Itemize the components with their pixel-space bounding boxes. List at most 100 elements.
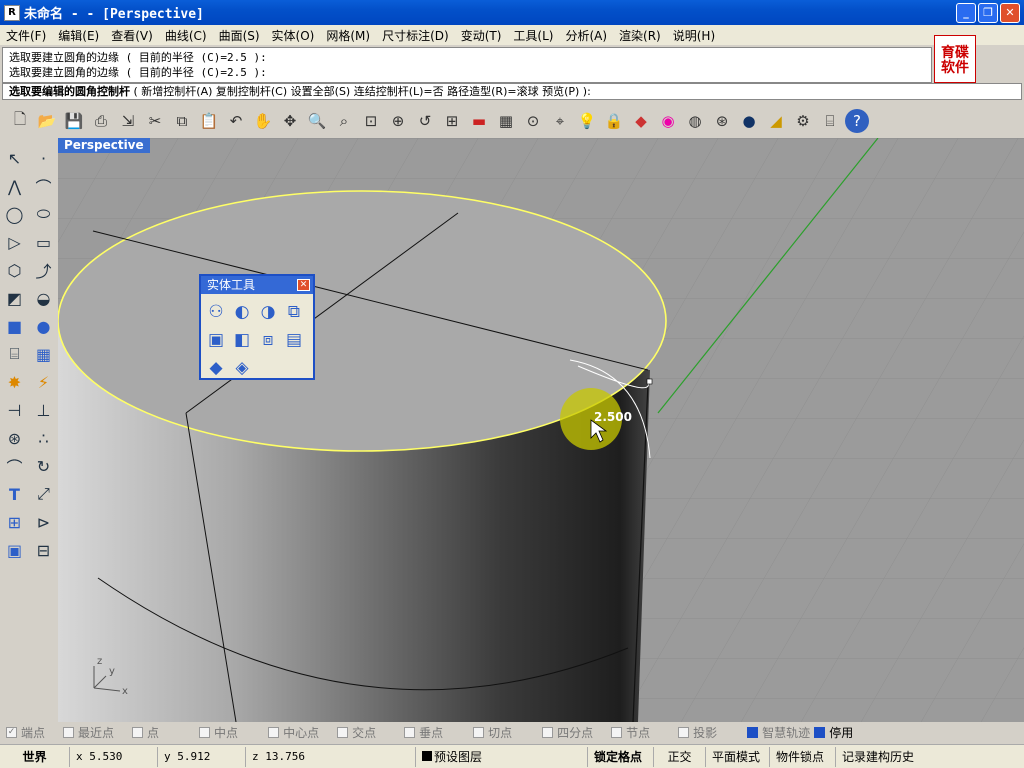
pan-hand-icon[interactable]: ✋ (251, 109, 275, 133)
polyline-icon[interactable]: ⋀ (0, 172, 29, 200)
checkbox[interactable] (611, 726, 623, 738)
extract-face-icon[interactable]: ▣ (203, 326, 229, 354)
dimension-ruler-icon[interactable]: ⊟ (29, 536, 58, 564)
menu-analyze[interactable]: 分析(A) (559, 27, 613, 44)
ortho-toggle[interactable]: 正交 (654, 746, 706, 767)
sphere-mesh-icon[interactable]: ⊛ (710, 109, 734, 133)
menu-help[interactable]: 说明(H) (667, 27, 721, 44)
osnap-end[interactable]: ✓ 端点 (6, 724, 45, 741)
scale-icon[interactable]: ⤢ (29, 480, 58, 508)
zoom-window-icon[interactable]: ⌕ (332, 109, 356, 133)
color-wheel-icon[interactable]: ◉ (656, 109, 680, 133)
surface-edge-icon[interactable]: ◒ (29, 284, 58, 312)
command-prompt[interactable]: 选取要编辑的圆角控制杆 ( 新增控制杆(A) 复制控制杆(C) 设置全部(S) … (2, 83, 1022, 100)
perspective-viewport[interactable]: 2.500 z y x Perspective (58, 138, 1024, 722)
menu-tools[interactable]: 工具(L) (507, 27, 559, 44)
car-icon[interactable]: ▬ (467, 109, 491, 133)
osnap-near[interactable]: 最近点 (63, 724, 114, 741)
solid-box-icon[interactable]: ▣ (0, 536, 29, 564)
undo-view-icon[interactable]: ↺ (413, 109, 437, 133)
cap-icon[interactable]: ◧ (229, 326, 255, 354)
close-icon[interactable]: ✕ (297, 279, 310, 291)
osnap-mid[interactable]: 中点 (199, 724, 238, 741)
select-arrow-icon[interactable]: ↖ (0, 144, 29, 172)
cplane-status[interactable]: 世界 (0, 746, 70, 767)
menu-mesh[interactable]: 网格(M) (320, 27, 376, 44)
boolean-intersect-icon[interactable]: ◑ (255, 298, 281, 326)
menu-transform[interactable]: 变动(T) (455, 27, 508, 44)
fillet-edge-icon[interactable]: ▤ (281, 326, 307, 354)
import-icon[interactable]: ⇲ (116, 109, 140, 133)
split-icon[interactable]: ⊣ (0, 396, 29, 424)
array-icon[interactable]: ∴ (29, 424, 58, 452)
join-icon[interactable]: ⊥ (29, 396, 58, 424)
point-icon[interactable]: · (29, 144, 58, 172)
osnap-disable-toggle[interactable]: 停用 (814, 724, 853, 741)
new-file-icon[interactable]: 🗋 (8, 109, 32, 133)
rectangle-icon[interactable]: ▭ (29, 228, 58, 256)
menu-surface[interactable]: 曲面(S) (213, 27, 266, 44)
save-icon[interactable]: 💾 (62, 109, 86, 133)
box-icon[interactable]: ■ (0, 312, 29, 340)
trim-icon[interactable]: ⚡ (29, 368, 58, 396)
osnap-project[interactable]: 投影 (678, 724, 717, 741)
menu-file[interactable]: 文件(F) (0, 27, 52, 44)
osnap-perpendicular[interactable]: 垂点 (404, 724, 443, 741)
osnap-toggle[interactable]: 物件锁点 (770, 746, 836, 767)
bend-icon[interactable]: ⌒ (0, 452, 29, 480)
gear-icon[interactable]: ⚙ (791, 109, 815, 133)
lock-icon[interactable]: 🔒 (602, 109, 626, 133)
four-viewports-icon[interactable]: ⊞ (440, 109, 464, 133)
command-options[interactable]: ( 新增控制杆(A) 复制控制杆(C) 设置全部(S) 连结控制杆(L)=否 路… (134, 85, 591, 98)
osnap-quadrant[interactable]: 四分点 (542, 724, 593, 741)
close-button[interactable]: ✕ (1000, 3, 1020, 23)
transform-icon[interactable]: ⊳ (29, 508, 58, 536)
command-history[interactable]: 选取要建立圆角的边缘 ( 目前的半径 (C)=2.5 ): 选取要建立圆角的边缘… (2, 47, 932, 83)
checkbox[interactable] (337, 726, 349, 738)
open-folder-icon[interactable]: 📂 (35, 109, 59, 133)
planar-toggle[interactable]: 平面模式 (706, 746, 770, 767)
record-history-toggle[interactable]: 记录建构历史 (836, 747, 926, 767)
osnap-center[interactable]: 中心点 (268, 724, 319, 741)
render-sphere-icon[interactable]: ● (737, 109, 761, 133)
explode-icon[interactable]: ✸ (0, 368, 29, 396)
circle-icon[interactable]: ◯ (0, 200, 29, 228)
checkbox[interactable]: ✓ (6, 726, 17, 738)
checkbox[interactable] (678, 726, 690, 738)
checkbox[interactable] (199, 726, 211, 738)
zoom-extents-icon[interactable]: ⊡ (359, 109, 383, 133)
blend-edge-icon[interactable]: ◆ (203, 354, 229, 382)
maximize-button[interactable]: ❐ (978, 3, 998, 23)
boolean-icon[interactable]: ⊛ (0, 424, 29, 452)
text-icon[interactable]: T (0, 480, 29, 508)
menu-curve[interactable]: 曲线(C) (159, 27, 213, 44)
osnap-tangent[interactable]: 切点 (473, 724, 512, 741)
shell-icon[interactable]: ⧈ (255, 326, 281, 354)
menu-render[interactable]: 渲染(R) (613, 27, 667, 44)
ellipse-icon[interactable]: ⬭ (29, 200, 58, 228)
menu-dimension[interactable]: 尺寸标注(D) (376, 27, 455, 44)
zoom-in-icon[interactable]: 🔍 (305, 109, 329, 133)
paste-icon[interactable]: 📋 (197, 109, 221, 133)
layer-status[interactable]: 预设图层 (416, 746, 588, 767)
help-icon[interactable]: ? (845, 109, 869, 133)
boolean-union-icon[interactable]: ⚇ (203, 298, 229, 326)
boolean-split-icon[interactable]: ⧉ (281, 298, 307, 326)
sphere-wire-icon[interactable]: ◍ (683, 109, 707, 133)
checkbox[interactable] (542, 726, 554, 738)
grid-icon[interactable]: ▦ (494, 109, 518, 133)
menu-view[interactable]: 查看(V) (105, 27, 159, 44)
snap-icon[interactable]: ⊙ (521, 109, 545, 133)
curve-points-icon[interactable]: ⌒ (29, 172, 58, 200)
viewport-title-tab[interactable]: Perspective (58, 138, 150, 153)
boolean-difference-icon[interactable]: ◐ (229, 298, 255, 326)
osnap-intersection[interactable]: 交点 (337, 724, 376, 741)
layer-icon[interactable]: ◆ (629, 109, 653, 133)
checkbox[interactable] (473, 726, 485, 738)
smart-track-toggle[interactable]: 智慧轨迹 (747, 724, 810, 741)
sphere-icon[interactable]: ● (29, 312, 58, 340)
menu-edit[interactable]: 编辑(E) (52, 27, 105, 44)
checkbox[interactable] (404, 726, 416, 738)
menu-solid[interactable]: 实体(O) (266, 27, 321, 44)
arc-icon[interactable]: ▷ (0, 228, 29, 256)
